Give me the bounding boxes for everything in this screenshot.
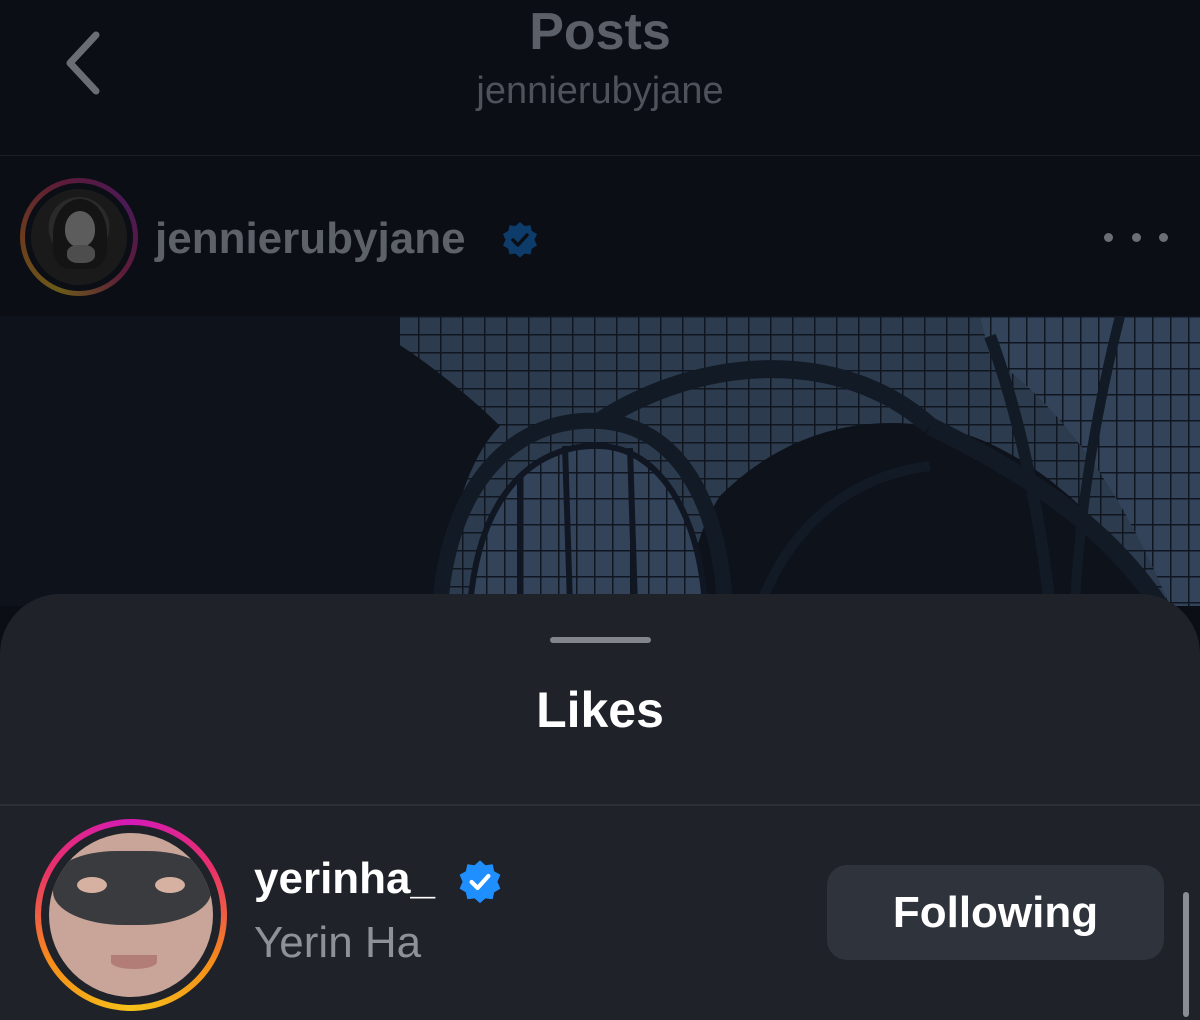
liker-avatar[interactable] <box>35 819 227 1011</box>
mask <box>53 851 211 925</box>
post-author-avatar[interactable] <box>20 178 138 296</box>
post-author-username[interactable]: jennierubyjane <box>155 211 466 267</box>
post-header: jennierubyjane <box>0 156 1200 316</box>
following-button[interactable]: Following <box>827 865 1164 960</box>
list-item[interactable]: yerinha_ Yerin Ha Following <box>0 807 1200 1020</box>
liker-full-name: Yerin Ha <box>254 918 422 967</box>
more-horizontal-icon <box>1104 232 1113 242</box>
page-title: Posts <box>529 3 671 61</box>
sheet-drag-handle[interactable] <box>550 637 651 643</box>
more-options-button[interactable] <box>1104 222 1168 252</box>
avatar-photo <box>49 833 213 997</box>
glass-roof-photo <box>0 316 1200 606</box>
verified-badge-icon <box>459 860 501 904</box>
sheet-title: Likes <box>536 682 664 738</box>
page-subtitle: jennierubyjane <box>476 70 724 112</box>
likes-sheet: Likes yerinha_ Yerin Ha Following <box>0 594 1200 1020</box>
scrollbar[interactable] <box>1183 892 1189 1017</box>
sheet-divider <box>0 804 1200 806</box>
liker-username[interactable]: yerinha_ <box>254 851 435 907</box>
verified-badge-icon <box>503 222 537 258</box>
avatar-photo <box>31 189 127 285</box>
top-navigation-bar: Posts jennierubyjane <box>0 0 1200 155</box>
post-image[interactable] <box>0 316 1200 606</box>
